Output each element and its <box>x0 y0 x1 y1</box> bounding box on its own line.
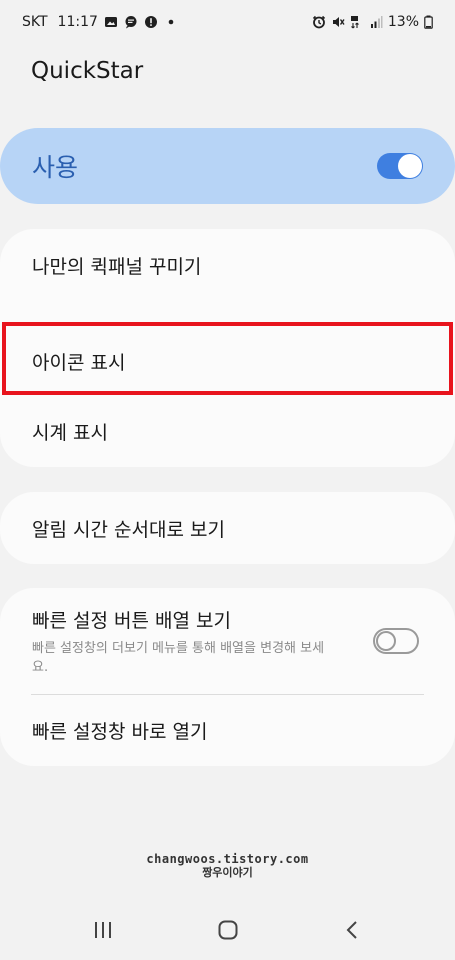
back-button[interactable] <box>333 910 373 950</box>
settings-card-3: 빠른 설정 버튼 배열 보기 빠른 설정창의 더보기 메뉴를 통해 배열을 변경… <box>0 588 455 766</box>
page-title: QuickStar <box>31 58 144 84</box>
carrier-label: SKT <box>22 14 48 30</box>
show-icons-label: 아이콘 표시 <box>32 351 126 374</box>
show-clock-item[interactable]: 시계 표시 <box>0 396 455 467</box>
battery-label: 13% <box>387 14 419 30</box>
home-button[interactable] <box>208 910 248 950</box>
mute-icon <box>331 15 345 29</box>
alarm-icon <box>312 15 326 29</box>
show-clock-label: 시계 표시 <box>32 422 108 444</box>
quick-settings-layout-subtitle: 빠른 설정창의 더보기 메뉴를 통해 배열을 변경해 보세요. <box>32 640 325 675</box>
watermark-url: changwoos.tistory.com <box>146 852 309 866</box>
quick-settings-layout-switch[interactable] <box>373 628 419 654</box>
master-switch-row[interactable]: 사용 <box>0 128 455 204</box>
settings-card-2: 알림 시간 순서대로 보기 <box>0 492 455 564</box>
watermark-name: 짱우이야기 <box>202 866 253 879</box>
clock-label: 11:17 <box>57 14 98 30</box>
switch-knob <box>398 154 422 178</box>
recent-apps-icon <box>94 922 111 938</box>
alert-icon <box>144 15 158 29</box>
master-switch[interactable] <box>377 153 423 179</box>
open-quick-settings-item[interactable]: 빠른 설정창 바로 열기 <box>0 695 455 766</box>
home-icon <box>218 920 237 940</box>
status-right: 13% <box>312 14 433 30</box>
switch-knob <box>376 631 396 651</box>
customize-panel-item[interactable]: 나만의 퀵패널 꾸미기 <box>0 229 455 301</box>
quick-settings-layout-item[interactable]: 빠른 설정 버튼 배열 보기 빠른 설정창의 더보기 메뉴를 통해 배열을 변경… <box>0 588 360 694</box>
dot-icon <box>164 15 178 29</box>
recent-apps-button[interactable] <box>83 910 123 950</box>
back-icon <box>346 921 357 939</box>
lte-icon <box>350 15 364 29</box>
customize-panel-label: 나만의 퀵패널 꾸미기 <box>32 255 202 278</box>
show-icons-item[interactable]: 아이콘 표시 <box>0 326 455 396</box>
status-left: SKT 11:17 <box>22 14 178 30</box>
watermark: changwoos.tistory.com 짱우이야기 <box>0 852 455 880</box>
screen: SKT 11:17 13% QuickStar 사용 나만의 퀵패널 꾸미기 아… <box>0 0 455 960</box>
notification-order-label: 알림 시간 순서대로 보기 <box>32 518 225 541</box>
gallery-icon <box>104 15 118 29</box>
open-quick-settings-label: 빠른 설정창 바로 열기 <box>32 721 208 743</box>
status-bar: SKT 11:17 13% <box>0 0 455 44</box>
signal-icon <box>369 15 383 29</box>
navigation-bar <box>0 900 455 960</box>
notification-order-item[interactable]: 알림 시간 순서대로 보기 <box>0 492 455 564</box>
settings-card-1: 나만의 퀵패널 꾸미기 아이콘 표시 시계 표시 <box>0 229 455 467</box>
quick-settings-layout-title: 빠른 설정 버튼 배열 보기 <box>32 609 231 632</box>
chat-icon <box>124 15 138 29</box>
master-switch-label: 사용 <box>32 153 79 182</box>
battery-icon <box>424 15 433 29</box>
